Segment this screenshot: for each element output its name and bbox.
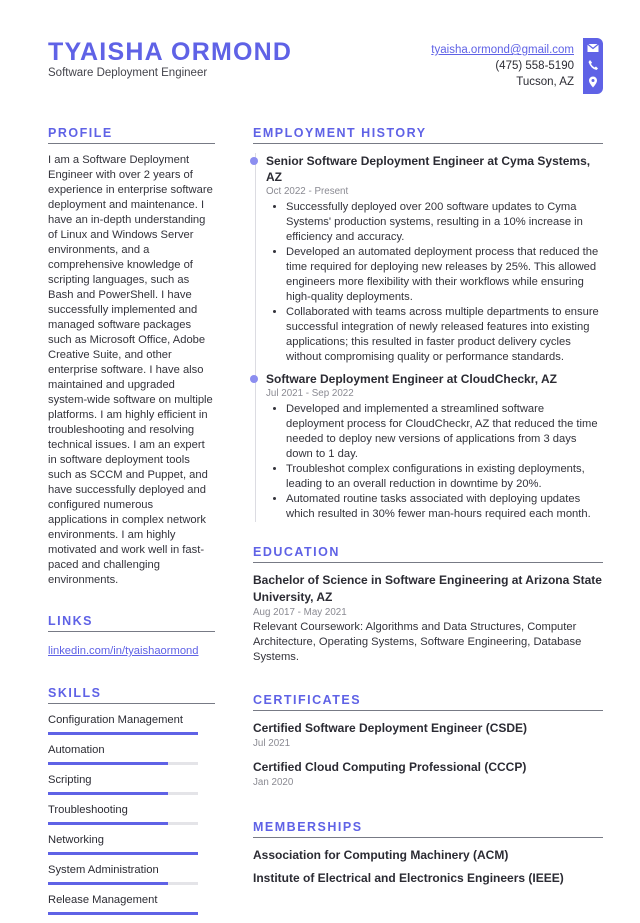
job-entry-title: Senior Software Deployment Engineer at C…: [266, 154, 591, 184]
membership-item: Institute of Electrical and Electronics …: [253, 871, 564, 885]
job-entry: Senior Software Deployment Engineer at C…: [250, 153, 603, 365]
employment-timeline: Senior Software Deployment Engineer at C…: [250, 153, 603, 522]
education-section: EDUCATION Bachelor of Science in Softwar…: [253, 545, 603, 665]
candidate-name: TYAISHA ORMOND: [48, 38, 293, 66]
skill-item: Release Management: [48, 893, 215, 915]
skill-bar: [48, 852, 198, 855]
skill-bar: [48, 822, 198, 825]
skill-item: System Administration: [48, 863, 215, 885]
skill-label: Troubleshooting: [48, 804, 128, 816]
phone-icon: [588, 60, 598, 70]
skill-item: Configuration Management: [48, 713, 215, 735]
job-bullet: Developed and implemented a streamlined …: [286, 402, 603, 462]
skill-bar-fill: [48, 882, 168, 885]
certificate-date: Jul 2021: [253, 738, 291, 749]
skill-bar: [48, 762, 198, 765]
skill-label: System Administration: [48, 864, 159, 876]
left-column: PROFILE I am a Software Deployment Engin…: [48, 126, 215, 923]
phone-number: (475) 558-5190: [495, 60, 574, 72]
timeline-dot-icon: [250, 375, 258, 383]
education-title: Bachelor of Science in Software Engineer…: [253, 573, 602, 604]
linkedin-link[interactable]: linkedin.com/in/tyaishaormond: [48, 645, 199, 657]
skill-bar-fill: [48, 912, 198, 915]
skills-section: SKILLS Configuration Management Automati…: [48, 686, 215, 915]
skill-item: Automation: [48, 743, 215, 765]
memberships-section: MEMBERSHIPS Association for Computing Ma…: [253, 820, 603, 886]
profile-text: I am a Software Deployment Engineer with…: [48, 154, 213, 586]
skill-bar-fill: [48, 732, 198, 735]
job-bullet: Developed an automated deployment proces…: [286, 245, 603, 305]
skill-bar-fill: [48, 792, 168, 795]
membership-item: Association for Computing Machinery (ACM…: [253, 848, 509, 862]
certificate-item: Certified Cloud Computing Professional (…: [253, 759, 603, 790]
certificates-heading: CERTIFICATES: [253, 693, 603, 711]
job-bullet: Collaborated with teams across multiple …: [286, 305, 603, 365]
skill-bar: [48, 882, 198, 885]
links-heading: LINKS: [48, 614, 215, 632]
contact-info: tyaisha.ormond@gmail.com (475) 558-5190 …: [431, 42, 574, 90]
skills-list: Configuration Management Automation Scri…: [48, 713, 215, 915]
location: Tucson, AZ: [516, 76, 574, 88]
skill-label: Configuration Management: [48, 714, 183, 726]
education-heading: EDUCATION: [253, 545, 603, 563]
skill-item: Troubleshooting: [48, 803, 215, 825]
job-bullets: Successfully deployed over 200 software …: [266, 200, 603, 365]
skill-item: Scripting: [48, 773, 215, 795]
profile-heading: PROFILE: [48, 126, 215, 144]
job-entry: Software Deployment Engineer at CloudChe…: [250, 371, 603, 522]
timeline-dot-icon: [250, 157, 258, 165]
memberships-heading: MEMBERSHIPS: [253, 820, 603, 838]
employment-heading: EMPLOYMENT HISTORY: [253, 126, 603, 144]
contact-icon-bar: [583, 38, 603, 94]
job-bullet: Automated routine tasks associated with …: [286, 492, 603, 522]
job-bullet: Successfully deployed over 200 software …: [286, 200, 603, 245]
certificate-title: Certified Software Deployment Engineer (…: [253, 721, 528, 735]
certificate-date: Jan 2020: [253, 777, 294, 788]
skill-label: Scripting: [48, 774, 92, 786]
skills-heading: SKILLS: [48, 686, 215, 704]
job-entry-dates: Oct 2022 - Present: [266, 186, 349, 197]
skill-bar: [48, 732, 198, 735]
job-entry-title: Software Deployment Engineer at CloudChe…: [266, 372, 557, 386]
certificate-title: Certified Cloud Computing Professional (…: [253, 760, 527, 774]
certificate-item: Certified Software Deployment Engineer (…: [253, 720, 603, 751]
skill-bar: [48, 912, 198, 915]
links-section: LINKS linkedin.com/in/tyaishaormond: [48, 614, 215, 659]
skill-bar-fill: [48, 822, 168, 825]
skill-item: Networking: [48, 833, 215, 855]
job-title: Software Deployment Engineer: [48, 67, 208, 79]
education-description: Relevant Coursework: Algorithms and Data…: [253, 621, 582, 663]
certificates-section: CERTIFICATES Certified Software Deployme…: [253, 693, 603, 790]
email-link[interactable]: tyaisha.ormond@gmail.com: [431, 44, 574, 56]
skill-bar-fill: [48, 852, 198, 855]
job-bullet: Troubleshot complex configurations in ex…: [286, 462, 603, 492]
envelope-icon: [587, 43, 599, 52]
skill-label: Networking: [48, 834, 104, 846]
map-pin-icon: [589, 76, 597, 88]
skill-bar: [48, 792, 198, 795]
right-column: EMPLOYMENT HISTORY Senior Software Deplo…: [250, 126, 603, 893]
skill-label: Automation: [48, 744, 105, 756]
job-bullets: Developed and implemented a streamlined …: [266, 402, 603, 522]
profile-section: PROFILE I am a Software Deployment Engin…: [48, 126, 215, 588]
education-dates: Aug 2017 - May 2021: [253, 607, 347, 618]
skill-bar-fill: [48, 762, 168, 765]
job-entry-dates: Jul 2021 - Sep 2022: [266, 388, 354, 399]
employment-section: EMPLOYMENT HISTORY Senior Software Deplo…: [250, 126, 603, 522]
